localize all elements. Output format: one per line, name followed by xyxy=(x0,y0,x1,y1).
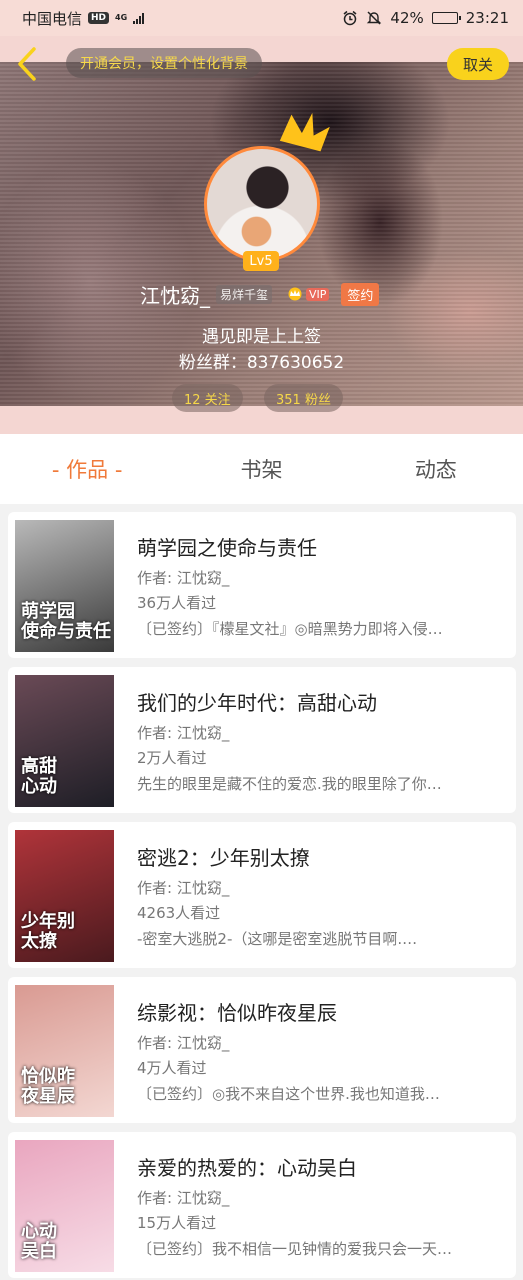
hd-badge: HD xyxy=(88,12,110,24)
vip-label: VIP xyxy=(306,287,330,301)
user-name: 江忱窈_ xyxy=(140,283,210,308)
cover-title: 萌学园 使命与责任 xyxy=(21,601,111,643)
tab-activity[interactable]: 动态 xyxy=(349,454,523,484)
vip-background-prompt[interactable]: 开通会员，设置个性化背景 xyxy=(66,48,262,78)
work-card[interactable]: 萌学园 使命与责任 萌学园之使命与责任 作者: 江忱窈_ 36万人看过 〔已签约〕… xyxy=(8,512,516,658)
book-cover[interactable]: 少年别 太撩 xyxy=(15,830,114,962)
vip-badge: VIP xyxy=(286,287,330,301)
cover-title: 心动 吴白 xyxy=(21,1221,57,1263)
bio-line-2: 粉丝群：837630652 xyxy=(178,353,345,373)
level-badge: Lv5 xyxy=(243,251,279,271)
work-description: 先生的眼里是藏不住的爱恋.我的眼里除了你… xyxy=(137,775,442,793)
work-author: 作者: 江忱窈_ xyxy=(137,569,230,587)
work-views: 4263人看过 xyxy=(137,904,221,922)
profile-tabs: - 作品 - 书架 动态 xyxy=(0,434,523,504)
work-title[interactable]: 我们的少年时代：高甜心动 xyxy=(137,687,377,716)
unfollow-button[interactable]: 取关 xyxy=(447,48,509,80)
chevron-left-icon xyxy=(18,47,36,81)
work-description: -密室大逃脱2-（这哪是密室逃脱节目啊.… xyxy=(137,930,418,948)
vip-crown-icon xyxy=(288,287,302,301)
signal-icon xyxy=(133,12,145,24)
signed-badge: 签约 xyxy=(341,282,380,306)
work-author: 作者: 江忱窈_ xyxy=(137,1189,230,1207)
book-cover[interactable]: 恰似昨 夜星辰 xyxy=(15,985,114,1117)
work-description: 〔已签约〕◎我不来自这个世界.我也知道我… xyxy=(137,1085,440,1103)
work-views: 4万人看过 xyxy=(137,1059,207,1077)
work-title[interactable]: 密逃2：少年别太撩 xyxy=(137,842,310,871)
work-card[interactable]: 恰似昨 夜星辰 综影视：恰似昨夜星辰 作者: 江忱窈_ 4万人看过 〔已签约〕◎我… xyxy=(8,977,516,1123)
network-label: 4G xyxy=(115,13,128,22)
cover-title: 高甜 心动 xyxy=(21,756,57,798)
work-views: 36万人看过 xyxy=(137,594,217,612)
battery-percent: 42% xyxy=(390,9,424,27)
book-cover[interactable]: 心动 吴白 xyxy=(15,1140,114,1272)
battery-icon xyxy=(431,12,461,24)
clock: 23:21 xyxy=(465,9,509,27)
work-views: 15万人看过 xyxy=(137,1214,217,1232)
work-card[interactable]: 少年别 太撩 密逃2：少年别太撩 作者: 江忱窈_ 4263人看过 -密室大逃脱2… xyxy=(8,822,516,968)
work-card[interactable]: 心动 吴白 亲爱的热爱的：心动吴白 作者: 江忱窈_ 15万人看过 〔已签约〕我不… xyxy=(8,1132,516,1278)
carrier-label: 中国电信 xyxy=(22,9,83,28)
work-description: 〔已签约〕『檬星文社』◎暗黑势力即将入侵… xyxy=(137,620,443,638)
status-right: 42% 23:21 xyxy=(342,9,509,27)
work-views: 2万人看过 xyxy=(137,749,207,767)
following-count[interactable]: 12 关注 xyxy=(172,384,243,412)
profile-header: 开通会员，设置个性化背景 取关 Lv5 江忱窈_ 易烊千玺 VIP 签约 遇见即… xyxy=(0,36,523,434)
work-title[interactable]: 亲爱的热爱的：心动吴白 xyxy=(137,1152,357,1181)
work-card[interactable]: 高甜 心动 我们的少年时代：高甜心动 作者: 江忱窈_ 2万人看过 先生的眼里是藏… xyxy=(8,667,516,813)
book-cover[interactable]: 高甜 心动 xyxy=(15,675,114,807)
work-description: 〔已签约〕我不相信一见钟情的爱我只会一天… xyxy=(137,1240,453,1258)
mute-bell-icon xyxy=(367,11,382,25)
work-author: 作者: 江忱窈_ xyxy=(137,879,230,897)
book-cover[interactable]: 萌学园 使命与责任 xyxy=(15,520,114,652)
nickname-tag: 易烊千玺 xyxy=(216,284,273,304)
cover-title: 少年别 太撩 xyxy=(21,911,75,953)
back-button[interactable] xyxy=(12,44,42,84)
status-left: 中国电信 HD 4G xyxy=(22,8,145,29)
work-title[interactable]: 萌学园之使命与责任 xyxy=(137,532,317,561)
works-list: 萌学园 使命与责任 萌学园之使命与责任 作者: 江忱窈_ 36万人看过 〔已签约〕… xyxy=(8,512,516,1280)
fans-count[interactable]: 351 粉丝 xyxy=(264,384,343,412)
bio-line-1: 遇见即是上上签 xyxy=(202,327,321,347)
work-author: 作者: 江忱窈_ xyxy=(137,1034,230,1052)
work-title[interactable]: 综影视：恰似昨夜星辰 xyxy=(137,997,337,1026)
work-author: 作者: 江忱窈_ xyxy=(137,724,230,742)
name-row: 江忱窈_ 易烊千玺 VIP 签约 xyxy=(140,280,380,308)
tab-bookshelf[interactable]: 书架 xyxy=(174,454,348,484)
alarm-icon xyxy=(343,10,357,26)
avatar[interactable] xyxy=(204,146,320,262)
tab-works[interactable]: - 作品 - xyxy=(0,454,174,484)
cover-title: 恰似昨 夜星辰 xyxy=(21,1066,75,1108)
status-bar: 中国电信 HD 4G 42% 23:21 xyxy=(0,0,523,36)
